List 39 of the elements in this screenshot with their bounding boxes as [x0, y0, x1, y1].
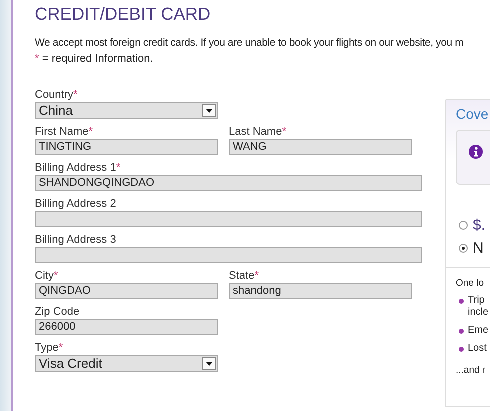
field-label: State* — [229, 269, 260, 283]
field-label: Billing Address 3 — [35, 233, 118, 247]
intro-text: We accept most foreign credit cards. If you are unable to book your flights on our website, you m — [35, 37, 465, 49]
input-field[interactable]: WANG — [229, 139, 412, 155]
required-note: * = required Information. — [35, 53, 154, 65]
caret-icon — [202, 104, 216, 117]
field-label: Zip Code — [35, 305, 81, 319]
caret-icon — [202, 357, 216, 370]
field-label: First Name* — [35, 125, 94, 139]
option-label: $. — [473, 217, 486, 234]
bullet-icon — [459, 299, 464, 304]
input-field[interactable]: shandong — [229, 283, 412, 299]
radio-button[interactable] — [459, 244, 468, 253]
input-field[interactable]: QINGDAO — [35, 283, 218, 299]
bullet-text: Trip incle — [468, 295, 490, 319]
info-icon — [469, 145, 483, 159]
input-field[interactable]: 266000 — [35, 319, 218, 335]
field-label: Billing Address 1* — [35, 161, 122, 175]
input-field[interactable]: TINGTING — [35, 139, 218, 155]
field-label: City* — [35, 269, 60, 283]
bullet-text: Eme — [468, 325, 490, 337]
more-text: ...and r — [456, 365, 487, 376]
bullet-icon — [459, 347, 464, 352]
bullet-text: Lost — [468, 343, 488, 355]
page-title: CREDIT/DEBIT CARD — [35, 4, 212, 25]
option-label: N — [473, 240, 484, 257]
radio-button[interactable] — [459, 221, 468, 230]
input-field[interactable]: SHANDONGQINGDAO — [35, 175, 422, 191]
bullet-icon — [459, 329, 464, 334]
dropdown[interactable]: Visa Credit — [35, 355, 218, 372]
field-label: Last Name* — [229, 125, 288, 139]
panel-text: One lo — [456, 278, 485, 289]
input-field[interactable] — [35, 247, 422, 263]
panel-title: Cove — [456, 106, 490, 122]
input-field[interactable] — [35, 211, 422, 227]
dropdown[interactable]: China — [35, 102, 218, 119]
field-label: Type* — [35, 341, 64, 355]
field-label: Billing Address 2 — [35, 197, 118, 211]
field-label: Country* — [35, 88, 79, 102]
